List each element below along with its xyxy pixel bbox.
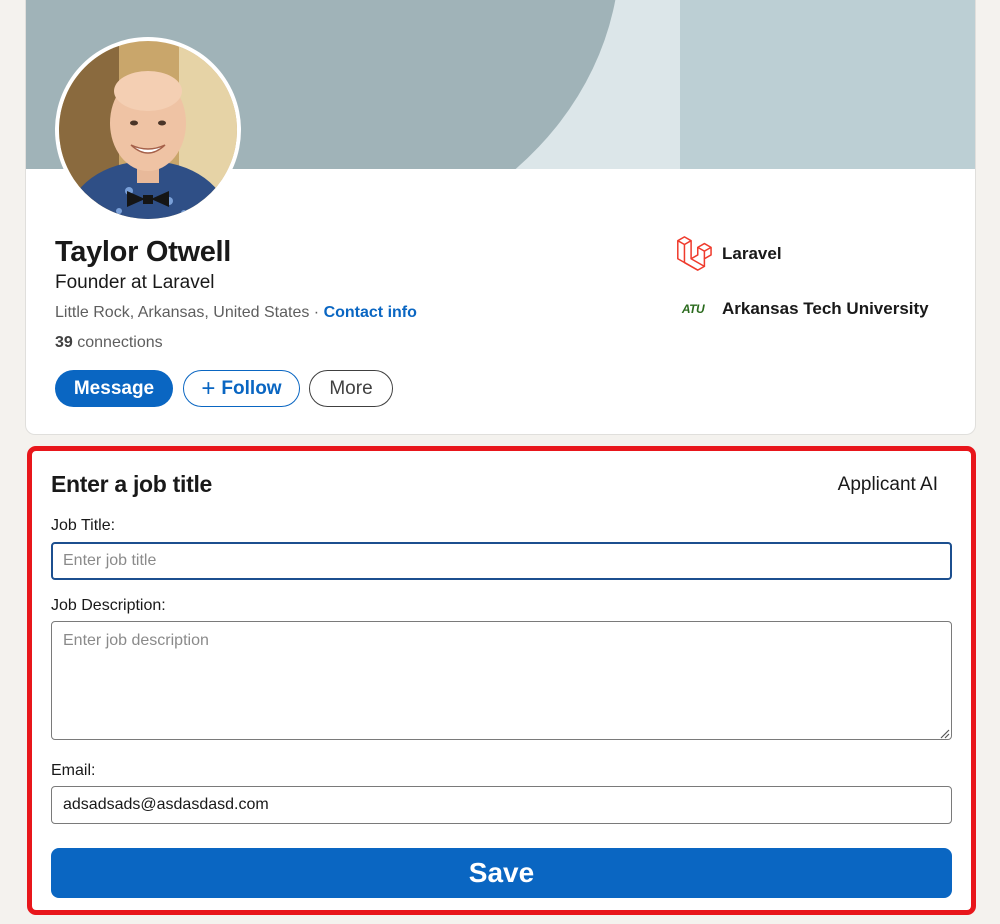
separator-dot: · (313, 304, 320, 321)
connections-label: connections (77, 334, 163, 351)
atu-logo-icon: ATU (674, 290, 712, 328)
avatar[interactable] (55, 37, 241, 223)
follow-label: Follow (221, 377, 282, 399)
follow-button[interactable]: + Follow (183, 370, 300, 407)
profile-photo (59, 41, 237, 219)
job-title-input[interactable] (51, 542, 952, 580)
profile-card: Taylor Otwell Founder at Laravel Little … (25, 0, 976, 435)
panel-brand: Applicant AI (837, 474, 938, 495)
email-input[interactable] (51, 786, 952, 824)
job-description-input[interactable] (51, 621, 952, 740)
experience-laravel-label: Laravel (722, 244, 782, 263)
plus-icon: + (201, 374, 216, 402)
email-label: Email: (51, 762, 96, 779)
location-line: Little Rock, Arkansas, United States · C… (55, 304, 417, 322)
atu-logo-text: ATU (681, 302, 705, 316)
profile-headline: Founder at Laravel (55, 272, 215, 293)
resize-grip-icon[interactable] (938, 727, 950, 739)
save-button[interactable]: Save (51, 848, 952, 898)
more-button[interactable]: More (309, 370, 393, 407)
banner-block (680, 0, 975, 169)
laravel-logo-icon (674, 235, 712, 273)
connections-number: 39 (55, 334, 73, 351)
job-title-panel: Enter a job title Applicant AI Job Title… (27, 446, 976, 915)
education-atu-label: Arkansas Tech University (722, 299, 929, 318)
education-atu[interactable]: ATU Arkansas Tech University (674, 290, 929, 328)
experience-laravel[interactable]: Laravel (674, 235, 782, 273)
panel-title: Enter a job title (51, 471, 213, 497)
contact-info-link[interactable]: Contact info (324, 304, 417, 321)
profile-name: Taylor Otwell (55, 236, 232, 268)
job-title-label: Job Title: (51, 517, 116, 534)
job-description-label: Job Description: (51, 597, 166, 614)
profile-location: Little Rock, Arkansas, United States (55, 304, 310, 321)
connections-count[interactable]: 39 connections (55, 334, 163, 352)
message-button[interactable]: Message (55, 370, 173, 407)
